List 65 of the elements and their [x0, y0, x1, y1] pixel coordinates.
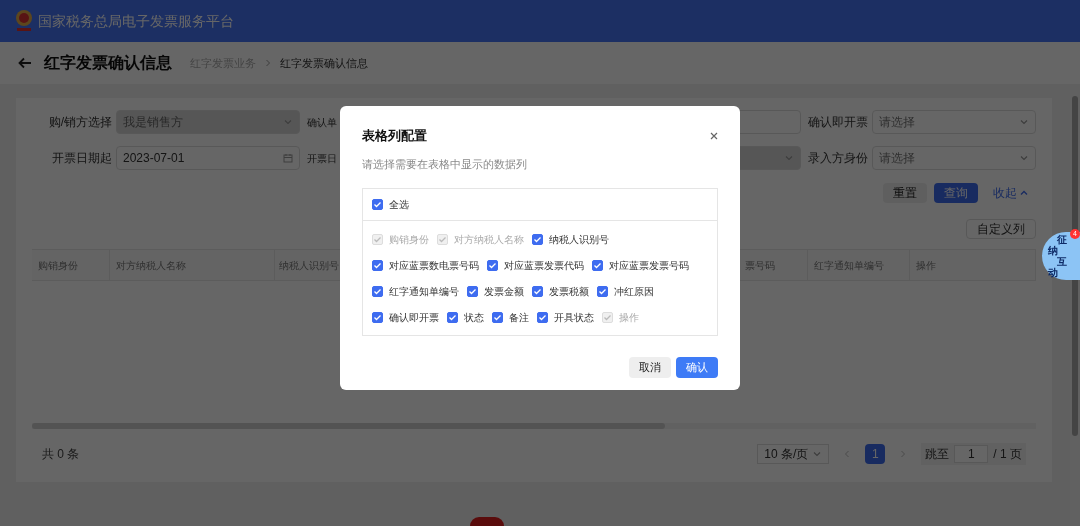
checkbox-label: 备注 — [509, 311, 529, 325]
breadcrumb-link[interactable]: 红字发票确认信息 — [280, 54, 368, 72]
checkbox-label: 红字通知单编号 — [389, 285, 459, 299]
page-size-select[interactable]: 10 条/页 — [757, 444, 830, 464]
checkbox-label: 操作 — [619, 311, 639, 325]
page-count: / 1 页 — [993, 446, 1022, 463]
field-label: 开票日 — [307, 151, 337, 166]
checkbox-label: 对应蓝票数电票号码 — [389, 259, 479, 273]
back-arrow-icon[interactable] — [18, 56, 32, 70]
dialog-hint: 请选择需要在表格中显示的数据列 — [362, 156, 527, 172]
customize-columns-button[interactable]: 自定义列 — [966, 219, 1036, 239]
field-label: 确认单 — [307, 115, 337, 130]
checkbox[interactable] — [537, 312, 548, 323]
checkbox-label: 全选 — [389, 198, 409, 212]
page-title: 红字发票确认信息 — [44, 53, 172, 73]
checkbox[interactable] — [592, 260, 603, 271]
reset-button[interactable]: 重置 — [883, 183, 927, 203]
checkbox[interactable] — [532, 234, 543, 245]
checkbox[interactable] — [372, 286, 383, 297]
checkbox[interactable] — [372, 199, 383, 210]
checkbox-label: 状态 — [464, 311, 484, 325]
platform-title: 国家税务总局电子发票服务平台 — [38, 11, 234, 31]
checkbox-label: 发票税额 — [549, 285, 589, 299]
chevron-up-icon — [1020, 189, 1028, 197]
assistant-label-char: 动 — [1048, 267, 1058, 278]
search-button[interactable]: 查询 — [934, 183, 978, 203]
checkbox-label: 开具状态 — [554, 311, 594, 325]
emblem-icon — [14, 9, 34, 33]
checkbox[interactable] — [372, 312, 383, 323]
checkbox-label: 纳税人识别号 — [549, 233, 609, 247]
checkbox[interactable] — [492, 312, 503, 323]
assistant-label-char: 互 — [1057, 256, 1067, 267]
jump-label: 跳至 — [925, 446, 950, 463]
checkbox[interactable] — [447, 312, 458, 323]
checkbox-label: 对方纳税人名称 — [454, 233, 524, 247]
page-button[interactable]: 1 — [865, 444, 886, 464]
collapse-link[interactable]: 收起 — [985, 183, 1036, 203]
field-label: 开票日期起 — [51, 150, 112, 167]
checkbox-label: 对应蓝票发票号码 — [609, 259, 689, 273]
checkbox-label: 确认即开票 — [389, 311, 439, 325]
dialog-title: 表格列配置 — [362, 127, 427, 145]
page-jump-input[interactable]: 1 — [954, 445, 989, 463]
checkbox[interactable] — [532, 286, 543, 297]
floating-button[interactable] — [470, 517, 504, 526]
checkbox-label: 发票金额 — [484, 285, 524, 299]
cancel-button[interactable]: 取消 — [629, 357, 671, 378]
chevron-down-icon — [812, 449, 823, 459]
checkbox[interactable] — [597, 286, 608, 297]
field-label: 购/销方选择 — [47, 114, 112, 131]
field-label: 确认即开票 — [808, 114, 868, 131]
checkbox-label: 冲红原因 — [614, 285, 654, 299]
close-icon[interactable] — [710, 131, 718, 140]
checkbox[interactable] — [372, 260, 383, 271]
checkbox[interactable] — [487, 260, 498, 271]
checkbox[interactable] — [467, 286, 478, 297]
calendar-icon — [283, 153, 293, 163]
chevron-down-icon — [1019, 117, 1029, 127]
total-count: 共 0 条 — [42, 446, 80, 463]
confirm-button[interactable]: 确认 — [676, 357, 718, 378]
checkbox-label: 购销身份 — [389, 233, 429, 247]
field-label: 录入方身份 — [808, 150, 868, 167]
assistant-label-char: 纳 — [1048, 245, 1058, 256]
chevron-down-icon — [1019, 153, 1029, 163]
assistant-label-char: 征 — [1057, 234, 1067, 245]
date-field[interactable]: 2023-07-01 — [116, 146, 300, 170]
